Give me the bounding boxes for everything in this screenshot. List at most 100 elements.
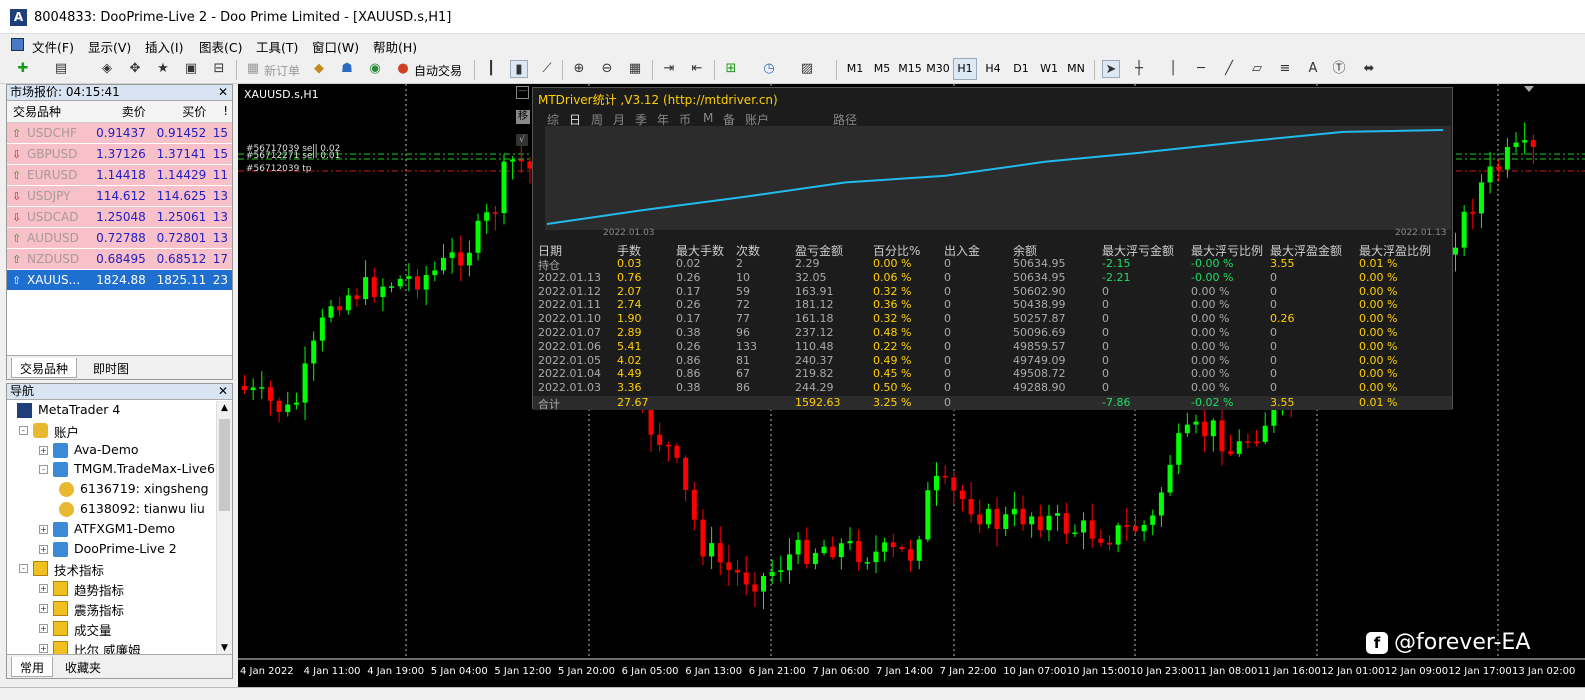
market-row[interactable]: ⇩ USDCAD 1.25048 1.25061 13 (7, 206, 232, 228)
market-row[interactable]: ⇩ USDJPY 114.612 114.625 13 (7, 185, 232, 207)
new-order-icon[interactable]: ▦ (244, 60, 262, 78)
navigator-item[interactable]: 震荡指标 (74, 600, 124, 619)
expand-icon[interactable]: + (39, 643, 48, 653)
market-watch-icon[interactable]: ◈ (98, 60, 116, 78)
scrollbar-thumb[interactable] (219, 419, 230, 511)
timeframe-m5[interactable]: M5 (870, 62, 894, 75)
market-icon[interactable]: ◉ (366, 60, 384, 78)
candlestick-icon[interactable]: ▮ (510, 60, 528, 78)
auto-trading-button[interactable]: 自动交易 (414, 62, 462, 79)
market-row[interactable]: ⇧ AUDUSD 0.72788 0.72801 13 (7, 227, 232, 249)
chart-window-icon[interactable] (11, 38, 24, 51)
market-row[interactable]: ⇩ GBPUSD 1.37126 1.37141 15 (7, 143, 232, 165)
menu-view[interactable]: 显示(V) (88, 37, 131, 56)
timeframe-m1[interactable]: M1 (843, 62, 867, 75)
timeframe-w1[interactable]: W1 (1037, 62, 1061, 75)
col-spread[interactable]: ! (210, 101, 232, 123)
chart-shift-marker-icon[interactable] (1524, 86, 1534, 92)
periods-icon[interactable]: ◷ (760, 60, 778, 78)
panel-toggle-icon[interactable]: √ (516, 134, 528, 146)
horizontal-line-icon[interactable]: ─ (1192, 60, 1210, 78)
tile-windows-icon[interactable]: ▦ (626, 60, 644, 78)
meta-editor-icon[interactable]: ◆ (310, 60, 328, 78)
market-row[interactable]: ⇧ USDCHF 0.91437 0.91452 15 (7, 122, 232, 144)
collapse-icon[interactable]: - (39, 465, 48, 475)
navigator-item[interactable]: Ava-Demo (74, 442, 139, 457)
timeframe-h4[interactable]: H4 (981, 62, 1005, 75)
equidistant-channel-icon[interactable]: ▱ (1248, 60, 1266, 78)
collapse-icon[interactable]: - (19, 425, 28, 435)
close-icon[interactable]: ✕ (218, 384, 228, 399)
signals-icon[interactable]: ☗ (338, 60, 356, 78)
fibonacci-icon[interactable]: ≡ (1276, 60, 1294, 78)
vertical-line-icon[interactable]: │ (1164, 60, 1182, 78)
expand-icon[interactable]: + (39, 604, 48, 613)
terminal-icon[interactable]: ▣ (182, 60, 200, 78)
menu-help[interactable]: 帮助(H) (373, 37, 417, 56)
data-window-icon[interactable]: ✥ (126, 60, 144, 78)
tab-tick-chart[interactable]: 即时图 (85, 358, 137, 378)
navigator-item[interactable]: 6136719: xingsheng (80, 481, 209, 496)
profiles-icon[interactable]: ▤ (52, 60, 70, 78)
market-row[interactable]: ⇧ NZDUSD 0.68495 0.68512 17 (7, 248, 232, 270)
navigator-item[interactable]: 趋势指标 (74, 580, 124, 599)
trendline-icon[interactable]: ╱ (1220, 60, 1238, 78)
new-chart-icon[interactable]: ✚ (14, 60, 32, 78)
menu-window[interactable]: 窗口(W) (312, 37, 359, 56)
chart-shift-icon[interactable]: ⇤ (688, 60, 706, 78)
stat-cell: 49288.90 (1013, 381, 1066, 395)
tab-favorites[interactable]: 收藏夹 (57, 657, 109, 677)
collapse-icon[interactable]: - (19, 564, 28, 574)
templates-icon[interactable]: ▨ (798, 60, 816, 78)
bar-chart-icon[interactable]: ┃ (482, 60, 500, 78)
timeframe-h1[interactable]: H1 (953, 58, 977, 80)
timeframe-m15[interactable]: M15 (898, 62, 922, 75)
indicators-icon[interactable]: ⊞ (722, 60, 740, 78)
arrows-icon[interactable]: ⬌ (1360, 60, 1378, 78)
strategy-tester-icon[interactable]: ⊟ (210, 60, 228, 78)
timeframe-m30[interactable]: M30 (926, 62, 950, 75)
minimize-panel-icon[interactable]: — (516, 86, 529, 99)
navigator-icon[interactable]: ★ (154, 60, 172, 78)
auto-trading-icon[interactable]: ● (394, 60, 412, 78)
expand-icon[interactable]: + (39, 623, 48, 633)
navigator-item[interactable]: DooPrime-Live 2 (74, 541, 177, 556)
navigator-scrollbar[interactable]: ▲ ▼ (216, 401, 232, 656)
expand-icon[interactable]: + (39, 544, 48, 554)
line-chart-icon[interactable]: ⟋ (538, 60, 556, 78)
menu-tools[interactable]: 工具(T) (256, 37, 298, 56)
close-icon[interactable]: ✕ (218, 85, 228, 100)
expand-icon[interactable]: + (39, 584, 48, 594)
menu-insert[interactable]: 插入(I) (145, 37, 183, 56)
new-order-button[interactable]: 新订单 (264, 62, 300, 79)
tab-symbols[interactable]: 交易品种 (11, 358, 78, 378)
navigator-item[interactable]: 账户 (54, 422, 79, 441)
menu-file[interactable]: 文件(F) (32, 37, 74, 56)
col-symbol[interactable]: 交易品种 (7, 101, 90, 123)
text-icon[interactable]: A (1304, 60, 1322, 78)
navigator-item[interactable]: TMGM.TradeMax-Live6 (74, 461, 215, 476)
navigator-item[interactable]: ATFXGM1-Demo (74, 521, 175, 536)
expand-icon[interactable]: + (39, 524, 48, 534)
move-panel-icon[interactable]: 移 (516, 110, 530, 124)
market-row[interactable]: ⇧ EURUSD 1.14418 1.14429 11 (7, 164, 232, 186)
crosshair-icon[interactable]: ┼ (1130, 60, 1148, 78)
autoscroll-icon[interactable]: ⇥ (660, 60, 678, 78)
text-label-icon[interactable]: Ⓣ (1330, 60, 1348, 78)
col-ask[interactable]: 买价 (149, 101, 211, 123)
zoom-out-icon[interactable]: ⊖ (598, 60, 616, 78)
cursor-icon[interactable]: ➤ (1102, 60, 1120, 78)
timeframe-d1[interactable]: D1 (1009, 62, 1033, 75)
expand-icon[interactable]: + (39, 445, 48, 455)
timeframe-mn[interactable]: MN (1064, 62, 1088, 75)
navigator-item[interactable]: MetaTrader 4 (38, 402, 120, 417)
navigator-item[interactable]: 技术指标 (54, 560, 104, 579)
col-bid[interactable]: 卖价 (89, 101, 150, 123)
menu-charts[interactable]: 图表(C) (199, 37, 242, 56)
navigator-item[interactable]: 成交量 (74, 620, 112, 639)
navigator-item[interactable]: 6138092: tianwu liu (80, 501, 205, 516)
tab-common[interactable]: 常用 (11, 657, 54, 677)
zoom-in-icon[interactable]: ⊕ (570, 60, 588, 78)
mtdriver-tab[interactable]: M (703, 111, 713, 125)
market-row[interactable]: ⇧ XAUUS... 1824.88 1825.11 23 (7, 269, 232, 291)
